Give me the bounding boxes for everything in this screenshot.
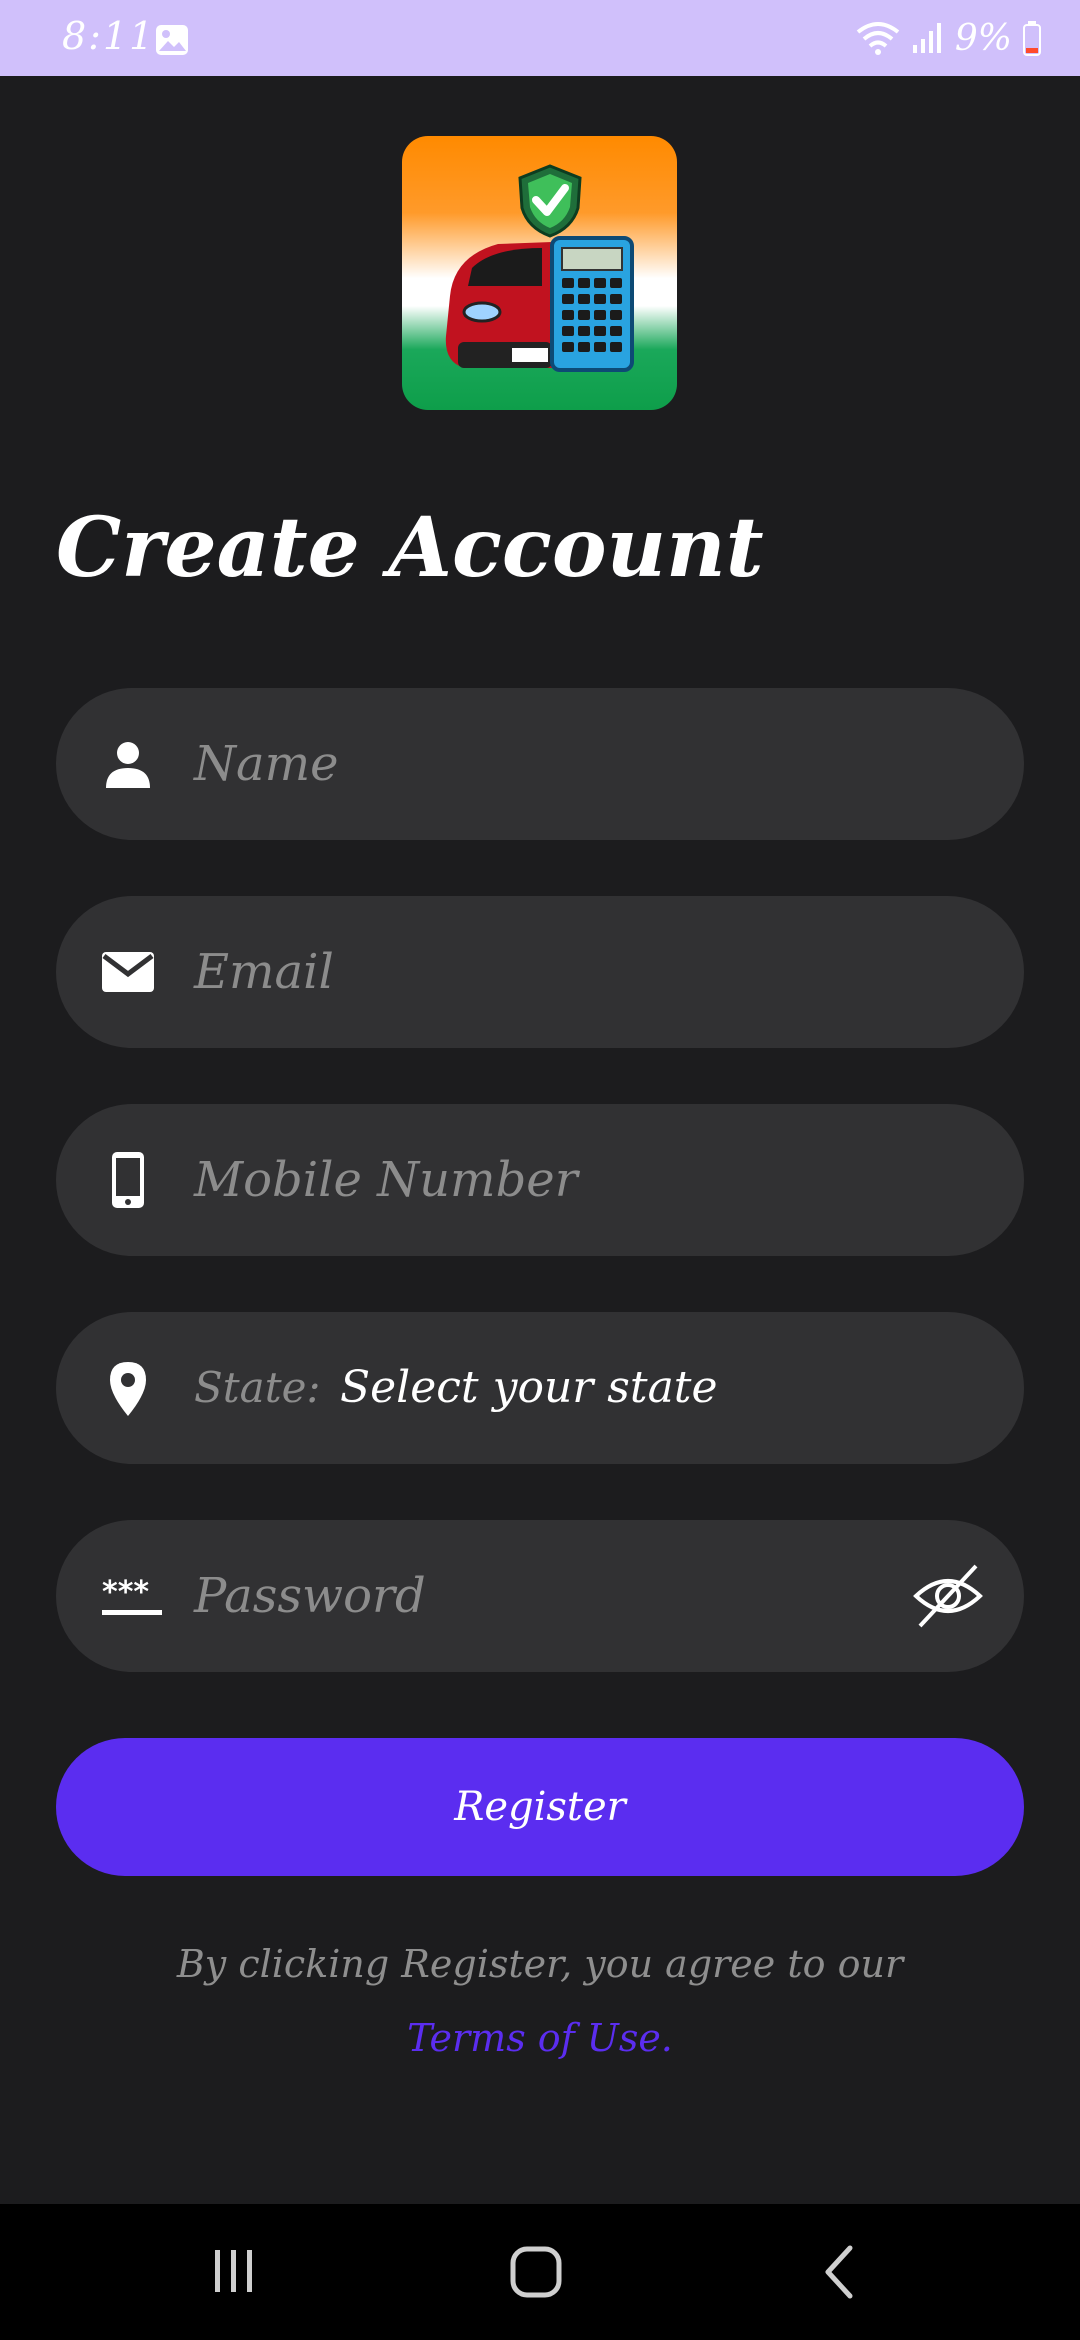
battery-percent: 9%	[954, 17, 1012, 59]
eye-off-icon[interactable]	[912, 1560, 984, 1632]
password-icon: ***	[102, 1575, 162, 1615]
battery-icon	[1023, 21, 1041, 56]
email-placeholder: Email	[194, 944, 334, 1000]
back-icon[interactable]	[800, 2242, 880, 2302]
status-time: 8:11	[62, 14, 156, 58]
home-icon[interactable]	[496, 2242, 576, 2302]
register-button[interactable]: Register	[56, 1738, 1024, 1876]
person-icon	[106, 742, 150, 788]
mobile-placeholder: Mobile Number	[194, 1152, 578, 1208]
name-placeholder: Name	[194, 736, 339, 792]
terms-of-use-link[interactable]: Terms of Use.	[0, 2016, 1080, 2060]
location-pin-icon	[110, 1362, 146, 1416]
phone-icon	[112, 1152, 144, 1208]
app-logo	[402, 136, 677, 410]
state-label: State:	[194, 1363, 321, 1412]
agreement-text: By clicking Register, you agree to our	[176, 1942, 904, 1986]
password-field[interactable]: *** Password	[56, 1520, 1024, 1672]
recents-icon[interactable]	[193, 2242, 273, 2302]
signal-icon	[912, 23, 941, 53]
image-icon	[156, 25, 188, 55]
wifi-icon	[856, 22, 900, 55]
status-indicators: 9%	[855, 14, 1042, 62]
car-calculator-logo	[445, 164, 634, 372]
svg-text:***: ***	[102, 1575, 149, 1610]
mobile-number-field[interactable]: Mobile Number	[56, 1104, 1024, 1256]
password-placeholder: Password	[194, 1568, 426, 1624]
email-field[interactable]: Email	[56, 896, 1024, 1048]
name-field[interactable]: Name	[56, 688, 1024, 840]
state-selector[interactable]: State: Select your state	[56, 1312, 1024, 1464]
status-bar: 8:11 9%	[0, 0, 1080, 76]
page-title: Create Account	[56, 500, 764, 596]
navigation-bar	[0, 2204, 1080, 2340]
state-value: Select your state	[340, 1362, 718, 1413]
mail-icon	[102, 952, 154, 992]
